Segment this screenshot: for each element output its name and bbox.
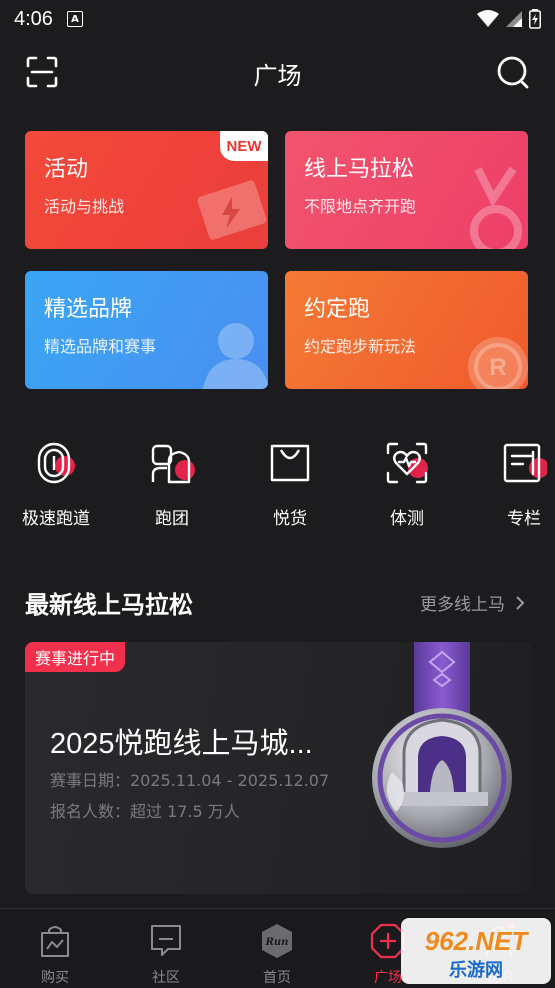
page-title: 广场	[253, 62, 302, 90]
quick-link-shop[interactable]: 悦货	[240, 440, 340, 529]
card-subtitle: 活动与挑战	[44, 197, 125, 216]
quick-link-label: 跑团	[155, 509, 189, 529]
quick-link-group[interactable]: 跑团	[122, 440, 222, 529]
card-title: 约定跑	[304, 297, 371, 322]
quick-link-label: 专栏	[507, 509, 541, 529]
marathon-card[interactable]: 赛事进行中 2025悦跑线上马城... 赛事日期：2025.11.04 - 20…	[25, 642, 532, 894]
tab-community[interactable]: 社区	[121, 923, 211, 987]
status-badge: 赛事进行中	[25, 642, 126, 672]
card-subtitle: 约定跑步新玩法	[304, 337, 417, 356]
medal-image	[372, 642, 512, 848]
tab-home[interactable]: Run 首页	[232, 923, 322, 987]
medal-card-icon	[470, 166, 522, 249]
lightning-card-icon	[197, 180, 267, 240]
quick-link-column[interactable]: 专栏	[474, 440, 555, 529]
card-title: 活动	[44, 157, 89, 182]
tab-buy[interactable]: 购买	[10, 923, 100, 987]
quick-links: 极速跑道 跑团 悦货 体测 专栏	[0, 440, 555, 530]
top-bar: 广场	[0, 40, 555, 104]
new-badge: NEW	[220, 131, 268, 161]
quick-link-label: 极速跑道	[22, 509, 90, 529]
quick-link-label: 体测	[390, 509, 424, 529]
card-appointment-run[interactable]: R 约定跑 约定跑步新玩法	[285, 271, 528, 389]
chevron-right-icon	[516, 595, 525, 610]
run-logo-icon: Run	[262, 924, 292, 958]
watermark-brand: 962.NET	[425, 926, 530, 956]
card-title: 精选品牌	[44, 297, 133, 322]
section-title: 最新线上马拉松	[25, 591, 193, 619]
status-bar: 4:06 A	[0, 0, 555, 38]
tab-label: 首页	[263, 970, 291, 986]
people-card-icon	[202, 323, 268, 389]
status-time: 4:06	[14, 7, 53, 30]
watermark-site: 乐游网	[449, 959, 503, 981]
card-brands[interactable]: 精选品牌 精选品牌和赛事	[25, 271, 268, 389]
card-online-marathon[interactable]: 线上马拉松 不限地点齐开跑	[285, 131, 528, 249]
heart-scan-icon	[386, 442, 428, 484]
card-subtitle: 不限地点齐开跑	[304, 197, 417, 216]
r-coin-card-icon: R	[468, 337, 528, 389]
community-icon	[151, 925, 181, 956]
shop-bag-icon	[41, 926, 69, 957]
card-activity[interactable]: NEW 活动 活动与挑战	[25, 131, 268, 249]
svg-text:R: R	[489, 354, 506, 381]
race-date: 赛事日期：2025.11.04 - 2025.12.07	[50, 771, 330, 790]
notification-icon: A	[66, 11, 83, 27]
quick-link-fitness-test[interactable]: 体测	[357, 440, 457, 529]
more-label: 更多线上马	[420, 595, 505, 615]
site-watermark-logo: 962.NET 乐游网	[401, 918, 551, 984]
card-subtitle: 精选品牌和赛事	[44, 337, 157, 356]
battery-icon	[529, 9, 541, 29]
card-title: 线上马拉松	[304, 157, 415, 182]
group-icon	[151, 444, 195, 484]
race-title: 2025悦跑线上马城...	[50, 728, 313, 760]
column-icon	[503, 443, 549, 483]
tab-label: 购买	[41, 970, 69, 986]
track-icon	[37, 442, 75, 484]
more-marathons-link[interactable]: 更多线上马	[420, 590, 525, 615]
race-participants: 报名人数：超过 17.5 万人	[50, 802, 240, 821]
quick-link-label: 悦货	[273, 509, 307, 529]
run-logo-text: Run	[265, 937, 289, 948]
tab-label: 社区	[152, 970, 180, 986]
bag-icon	[270, 444, 310, 482]
wifi-icon	[477, 10, 499, 27]
quick-link-track[interactable]: 极速跑道	[6, 440, 106, 529]
search-icon[interactable]	[495, 54, 531, 90]
signal-icon	[506, 11, 522, 27]
